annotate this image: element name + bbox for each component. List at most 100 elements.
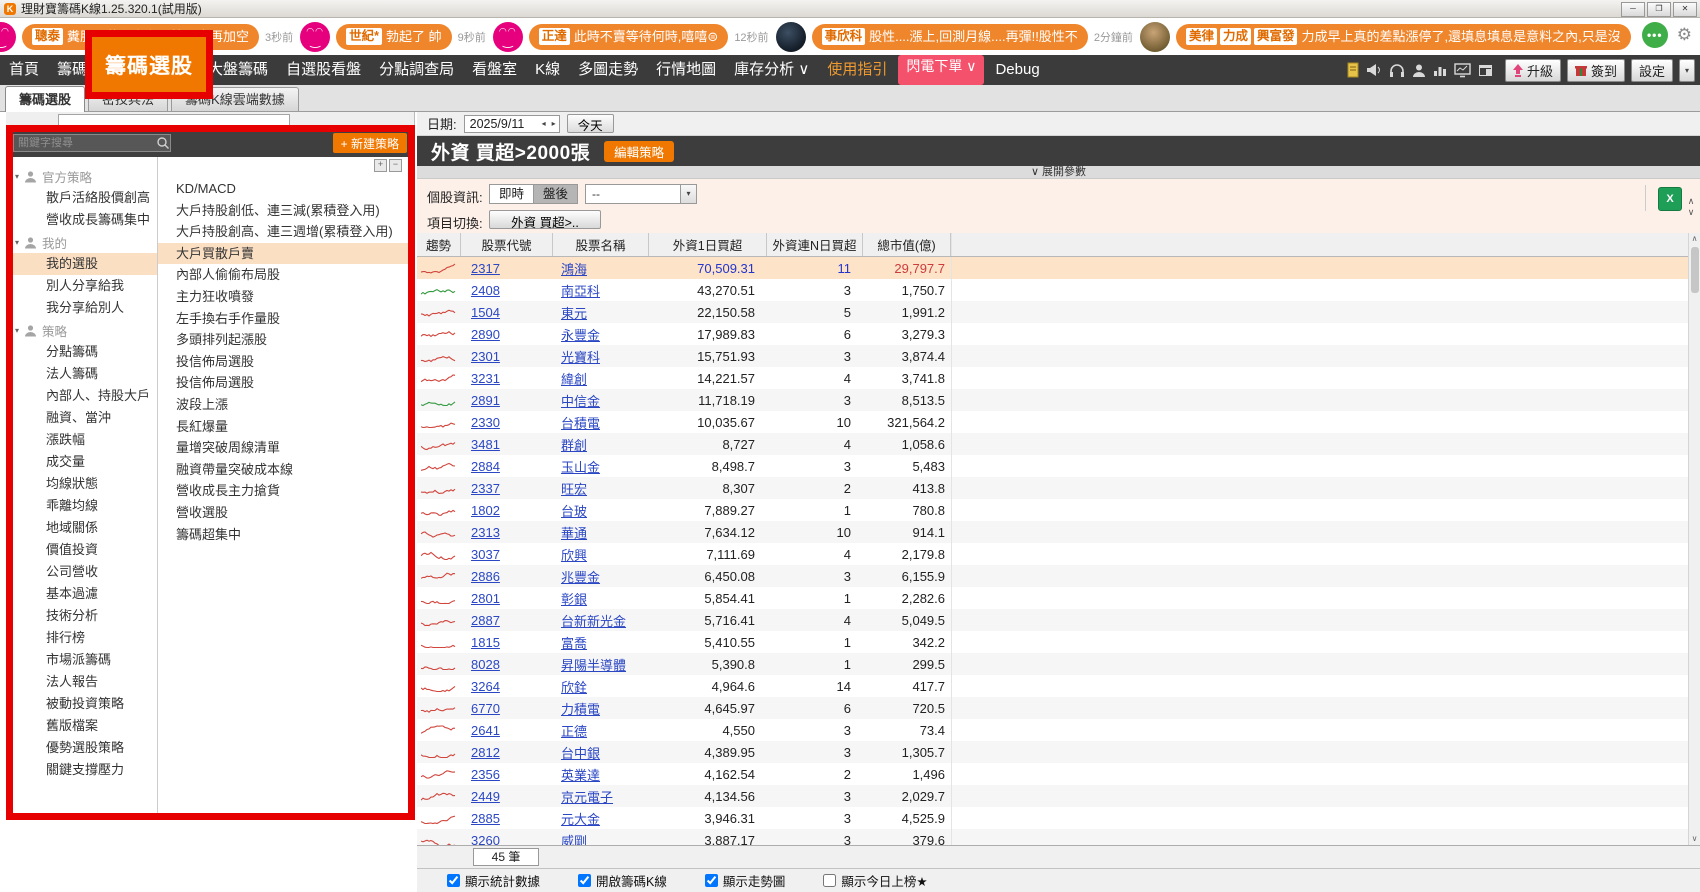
table-row[interactable]: 8028 昇陽半導體 5,390.8 1 299.5	[417, 653, 1688, 675]
headphones-icon[interactable]	[1389, 63, 1405, 78]
table-row[interactable]: 3481 群創 8,727 4 1,058.6	[417, 433, 1688, 455]
display-option[interactable]: 開啟籌碼K線	[578, 871, 667, 890]
table-row[interactable]: 2449 京元電子 4,134.56 3 2,029.7	[417, 785, 1688, 807]
strategy-item[interactable]: 量增突破周線清單	[158, 437, 414, 459]
stock-code-link[interactable]: 1802	[471, 503, 500, 518]
table-row[interactable]: 2641 正德 4,550 3 73.4	[417, 719, 1688, 741]
sidebar-item[interactable]: 排行榜	[6, 627, 157, 649]
sidebar-item[interactable]: 我分享給別人	[6, 297, 157, 319]
chat-bubble[interactable]: 正達 此時不賣等待何時,嘻嘻⊜	[529, 24, 729, 50]
stock-code-link[interactable]: 1504	[471, 305, 500, 320]
nav-item[interactable]: 庫存分析 ∨	[725, 55, 818, 85]
table-row[interactable]: 2408 南亞科 43,270.51 3 1,750.7	[417, 279, 1688, 301]
chat-bubble[interactable]: 事欣科 股性....漲上,回測月線....再彈!!股性不	[812, 24, 1088, 50]
table-row[interactable]: 1815 富喬 5,410.55 1 342.2	[417, 631, 1688, 653]
close-button[interactable]: ✕	[1673, 2, 1697, 17]
tab[interactable]: 籌碼選股	[5, 86, 85, 112]
table-row[interactable]: 2887 台新新光金 5,716.41 4 5,049.5	[417, 609, 1688, 631]
sidebar-item[interactable]: 優勢選股策略	[6, 737, 157, 759]
settings-caret-button[interactable]: ▾	[1679, 59, 1695, 82]
stock-name-link[interactable]: 富喬	[561, 636, 587, 651]
stock-name-link[interactable]: 元大金	[561, 812, 600, 827]
signin-button[interactable]: 簽到	[1567, 59, 1625, 82]
sidebar-item[interactable]: 價值投資	[6, 539, 157, 561]
stock-code-link[interactable]: 2890	[471, 327, 500, 342]
strategy-item[interactable]: 波段上漲	[158, 394, 414, 416]
strategy-item[interactable]: 營收選股	[158, 502, 414, 524]
stock-name-link[interactable]: 欣銓	[561, 680, 587, 695]
stock-name-link[interactable]: 力積電	[561, 702, 600, 717]
stock-code-link[interactable]: 3231	[471, 371, 500, 386]
stock-code-link[interactable]: 6770	[471, 701, 500, 716]
sidebar-item[interactable]: 乖離均線	[6, 495, 157, 517]
stock-code-link[interactable]: 2641	[471, 723, 500, 738]
table-row[interactable]: 2891 中信金 11,718.19 3 8,513.5	[417, 389, 1688, 411]
strategy-item[interactable]: 大戶持股創低、連三減(累積登入用)	[158, 200, 414, 222]
stock-name-link[interactable]: 中信金	[561, 394, 600, 409]
nav-item[interactable]: 使用指引	[818, 55, 896, 85]
table-row[interactable]: 2356 英業達 4,162.54 2 1,496	[417, 763, 1688, 785]
stock-name-link[interactable]: 旺宏	[561, 482, 587, 497]
sidebar-item[interactable]: 舊版檔案	[6, 715, 157, 737]
sidebar-item[interactable]: 營收成長籌碼集中	[6, 209, 157, 231]
column-header-name[interactable]: 股票名稱	[553, 233, 649, 256]
table-row[interactable]: 3037 欣興 7,111.69 4 2,179.8	[417, 543, 1688, 565]
sidebar-item[interactable]: 分點籌碼	[6, 341, 157, 363]
export-excel-icon[interactable]: X	[1658, 187, 1682, 211]
sidebar-item[interactable]: 被動投資策略	[6, 693, 157, 715]
user-avatar[interactable]	[0, 22, 16, 52]
new-strategy-button[interactable]: + 新建策略	[333, 133, 407, 153]
stock-name-link[interactable]: 鴻海	[561, 262, 587, 277]
stock-code-link[interactable]: 2408	[471, 283, 500, 298]
sidebar-item[interactable]: 漲跌幅	[6, 429, 157, 451]
sidebar-item[interactable]: 散戶活絡股價創高	[6, 187, 157, 209]
stock-name-link[interactable]: 東元	[561, 306, 587, 321]
user-avatar[interactable]	[776, 22, 806, 52]
nav-item[interactable]: 行情地圖	[647, 55, 725, 85]
stock-code-link[interactable]: 1815	[471, 635, 500, 650]
stock-name-link[interactable]: 台積電	[561, 416, 600, 431]
stock-name-link[interactable]: 台中銀	[561, 746, 600, 761]
column-header-buy1[interactable]: 外資1日買超	[649, 233, 767, 256]
list-collapse-button[interactable]: −	[389, 159, 402, 172]
table-row[interactable]: 1802 台玻 7,889.27 1 780.8	[417, 499, 1688, 521]
sidebar-group-header[interactable]: ▾ 策略	[6, 319, 157, 341]
table-row[interactable]: 2301 光寶科 15,751.93 3 3,874.4	[417, 345, 1688, 367]
nav-item[interactable]: 多圖走勢	[569, 55, 647, 85]
stock-code-link[interactable]: 2317	[471, 261, 500, 276]
strategy-item[interactable]: 融資帶量突破成本線	[158, 459, 414, 481]
sidebar-item[interactable]: 技術分析	[6, 605, 157, 627]
panel-scroll-down-icon[interactable]: ∨	[1685, 208, 1697, 217]
strategy-item[interactable]: 長紅爆量	[158, 416, 414, 438]
realtime-toggle[interactable]: 即時	[490, 185, 533, 203]
date-prev-icon[interactable]: ◂	[539, 119, 549, 128]
stock-code-link[interactable]: 8028	[471, 657, 500, 672]
table-row[interactable]: 2812 台中銀 4,389.95 3 1,305.7	[417, 741, 1688, 763]
strategy-item[interactable]: 投信佈局選股	[158, 372, 414, 394]
table-row[interactable]: 2313 華通 7,634.12 10 914.1	[417, 521, 1688, 543]
stock-name-link[interactable]: 京元電子	[561, 790, 613, 805]
chat-message[interactable]: 美律力成興富發 力成早上真的差點漲停了,還填息填息是意料之內,只是沒	[1140, 22, 1637, 52]
stock-code-link[interactable]: 2887	[471, 613, 500, 628]
nav-item[interactable]: K線	[526, 55, 569, 85]
stock-info-dropdown[interactable]: -- ▾	[585, 184, 697, 204]
stock-code-link[interactable]: 2337	[471, 481, 500, 496]
window-panel-icon[interactable]	[1478, 64, 1493, 77]
stock-name-link[interactable]: 台玻	[561, 504, 587, 519]
column-header-code[interactable]: 股票代號	[461, 233, 553, 256]
scroll-down-icon[interactable]: ∨	[1692, 833, 1698, 845]
sidebar-item[interactable]: 均線狀態	[6, 473, 157, 495]
stock-name-link[interactable]: 彰銀	[561, 592, 587, 607]
user-avatar[interactable]	[493, 22, 523, 52]
chat-bubble[interactable]: 美律力成興富發 力成早上真的差點漲停了,還填息填息是意料之內,只是沒	[1176, 24, 1631, 50]
table-row[interactable]: 2885 元大金 3,946.31 3 4,525.9	[417, 807, 1688, 829]
stock-code-link[interactable]: 2886	[471, 569, 500, 584]
sidebar-item[interactable]: 成交量	[6, 451, 157, 473]
table-scrollbar[interactable]: ∧ ∨	[1688, 233, 1700, 845]
chat-bubble-icon[interactable]: •••	[1642, 22, 1668, 48]
table-row[interactable]: 2886 兆豐金 6,450.08 3 6,155.9	[417, 565, 1688, 587]
stock-name-link[interactable]: 玉山金	[561, 460, 600, 475]
table-row[interactable]: 3260 威剛 3,887.17 3 379.6	[417, 829, 1688, 845]
strategy-item[interactable]: 多頭排列起漲股	[158, 329, 414, 351]
strategy-search[interactable]	[13, 134, 171, 152]
